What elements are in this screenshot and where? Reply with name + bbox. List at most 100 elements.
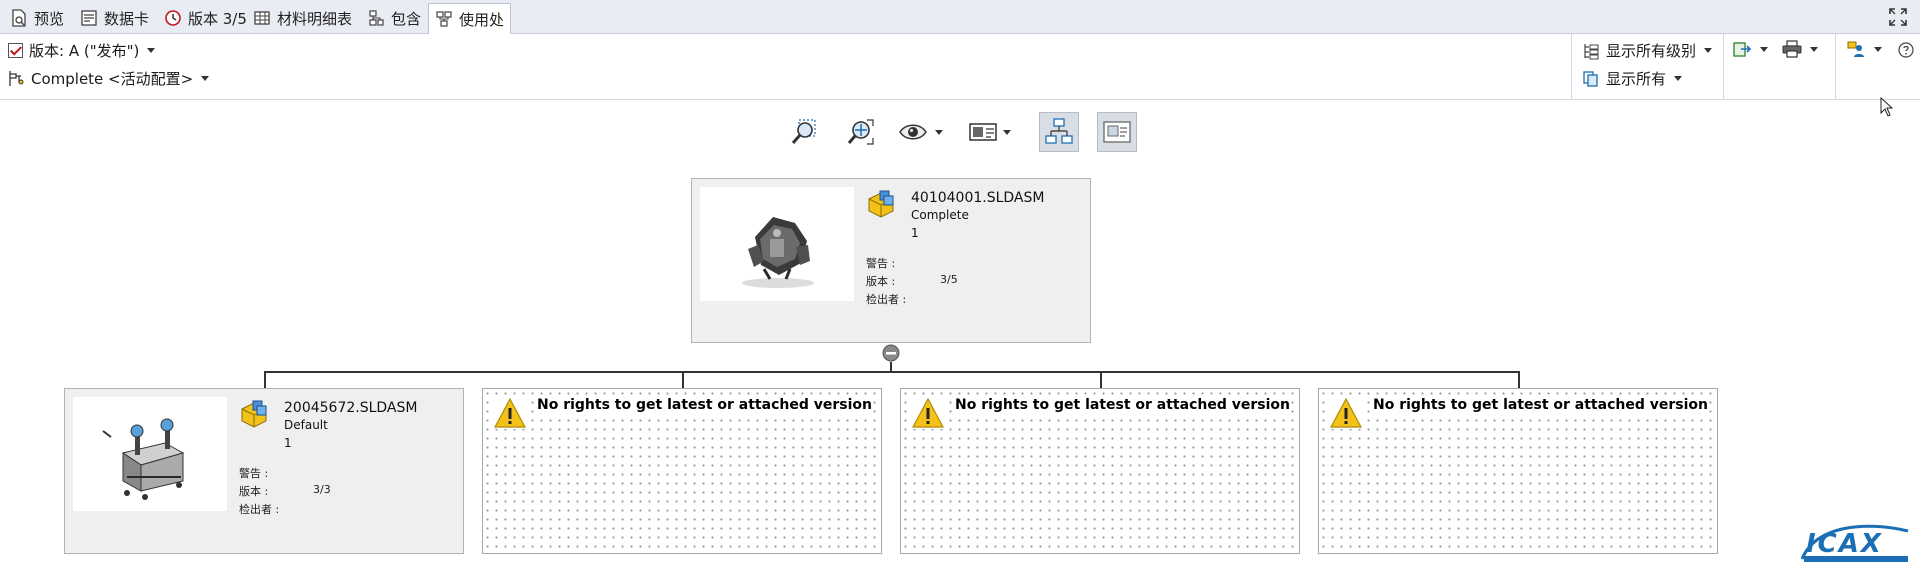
tab-preview[interactable]: 预览 (4, 3, 70, 33)
version-history-icon (165, 10, 181, 26)
collapse-node-icon[interactable] (882, 344, 900, 362)
show-all-levels-dropdown[interactable]: 显示所有级别 (1582, 40, 1713, 61)
chevron-down-icon (1874, 46, 1882, 52)
show-all-icon (1583, 70, 1598, 87)
export-icon (1733, 42, 1752, 57)
assembly-thumbnail-image (102, 418, 185, 500)
assembly-thumbnail (73, 397, 227, 511)
no-rights-card[interactable]: No rights to get latest or attached vers… (482, 388, 882, 554)
chevron-down-icon (1760, 46, 1768, 52)
version-selector[interactable]: 版本: A ("发布") (8, 40, 156, 61)
warning-icon (493, 397, 527, 429)
tab-datacard[interactable]: 数据卡 (74, 3, 155, 33)
tree-connector (682, 371, 684, 388)
export-dropdown[interactable] (1732, 40, 1768, 58)
tab-label: 包含 (391, 9, 422, 28)
child-file-card[interactable]: 20045672.SLDASM Default 1 警告 : 版本 : 3/3 … (64, 388, 464, 554)
child-count: 1 (284, 436, 292, 450)
tree-connector (1518, 371, 1520, 388)
chevron-down-icon (1704, 48, 1713, 53)
thumbnail-view-icon (1103, 121, 1131, 143)
child-warning-label: 警告 : (239, 467, 269, 480)
no-rights-card[interactable]: No rights to get latest or attached vers… (1318, 388, 1718, 554)
root-file-card[interactable]: 40104001.SLDASM Complete 1 警告 : 版本 : 3/5… (691, 178, 1091, 343)
show-all-dropdown[interactable]: 显示所有 (1582, 68, 1683, 89)
no-rights-message: No rights to get latest or attached vers… (537, 397, 872, 413)
config-selector[interactable]: Complete <活动配置> (8, 68, 210, 89)
where-used-icon (436, 11, 452, 27)
visibility-dropdown[interactable] (897, 112, 947, 152)
thumbnail-view-button[interactable] (1097, 112, 1137, 152)
display-mode-dropdown[interactable] (967, 112, 1019, 152)
chevron-down-icon (935, 129, 943, 135)
user-settings-icon (1847, 41, 1864, 57)
child-version-label: 版本 : (239, 485, 269, 498)
tab-where-used[interactable]: 使用处 (428, 3, 512, 34)
root-filename: 40104001.SLDASM (911, 190, 1045, 206)
show-all-levels-label: 显示所有级别 (1606, 42, 1697, 60)
assembly-thumbnail-image (742, 217, 814, 288)
watermark-logo: ICAX (1800, 524, 1909, 562)
tab-version[interactable]: 版本 3/5 (158, 3, 253, 33)
help-icon[interactable] (1898, 42, 1914, 58)
tab-bom[interactable]: 材料明细表 (247, 3, 358, 33)
tab-bar: 预览 数据卡 版本 3/5 材料明细表 包含 使用处 (0, 0, 1920, 34)
tree-connector (264, 371, 1519, 373)
tab-contains[interactable]: 包含 (361, 3, 427, 33)
child-config: Default (284, 418, 328, 432)
chevron-down-icon (1674, 76, 1683, 81)
chevron-down-icon (147, 48, 156, 53)
root-version-value: 3/5 (940, 273, 958, 286)
chevron-down-icon (1810, 46, 1818, 52)
print-dropdown[interactable] (1782, 40, 1818, 58)
tab-label: 版本 3/5 (188, 9, 247, 28)
child-checkout-label: 检出者 : (239, 503, 280, 516)
child-version-value: 3/3 (313, 483, 331, 496)
root-count: 1 (911, 226, 919, 240)
printer-icon (1782, 40, 1802, 58)
tree-layout-icon (1045, 118, 1073, 144)
export-print-group (1723, 34, 1835, 100)
version-label: 版本: A ("发布") (29, 42, 140, 60)
tree-connector (264, 371, 266, 388)
levels-tree-icon (1584, 43, 1599, 59)
version-checkbox[interactable] (8, 43, 23, 58)
toolbar: 版本: A ("发布") Complete <活动配置> 显示所有级别 显示所有 (0, 34, 1920, 100)
root-warning-label: 警告 : (866, 257, 896, 270)
zoom-area-icon (791, 119, 816, 144)
root-version-label: 版本 : (866, 275, 896, 288)
mouse-cursor-icon (1880, 97, 1894, 117)
config-label: Complete <活动配置> (31, 70, 194, 88)
configuration-icon (9, 71, 24, 86)
level-options-group: 显示所有级别 显示所有 (1571, 34, 1723, 100)
misc-group (1835, 34, 1920, 100)
eye-icon (899, 124, 927, 140)
assembly-thumbnail (700, 187, 854, 301)
zoom-area-button[interactable] (785, 112, 825, 152)
child-filename: 20045672.SLDASM (284, 400, 418, 416)
datacard-icon (81, 10, 97, 26)
tab-label: 预览 (34, 9, 65, 28)
maximize-icon[interactable] (1888, 7, 1908, 27)
contains-icon (369, 10, 384, 26)
tab-label: 数据卡 (104, 9, 150, 28)
zoom-fit-icon (847, 119, 874, 145)
no-rights-card[interactable]: No rights to get latest or attached vers… (900, 388, 1300, 554)
chevron-down-icon (201, 76, 210, 81)
bom-table-icon (254, 11, 270, 25)
root-config: Complete (911, 208, 969, 222)
tab-label: 使用处 (459, 10, 505, 29)
tree-layout-button[interactable] (1039, 112, 1079, 152)
user-tools-dropdown[interactable] (1846, 40, 1882, 58)
tree-connector (1100, 371, 1102, 388)
root-checkout-label: 检出者 : (866, 293, 907, 306)
svg-text:ICAX: ICAX (1806, 529, 1883, 559)
zoom-fit-button[interactable] (841, 112, 881, 152)
preview-icon (12, 9, 26, 27)
display-mode-icon (969, 123, 997, 141)
tab-label: 材料明细表 (277, 9, 353, 28)
show-all-label: 显示所有 (1606, 70, 1667, 88)
no-rights-message: No rights to get latest or attached vers… (1373, 397, 1708, 413)
chevron-down-icon (1003, 129, 1011, 135)
warning-icon (911, 397, 945, 429)
